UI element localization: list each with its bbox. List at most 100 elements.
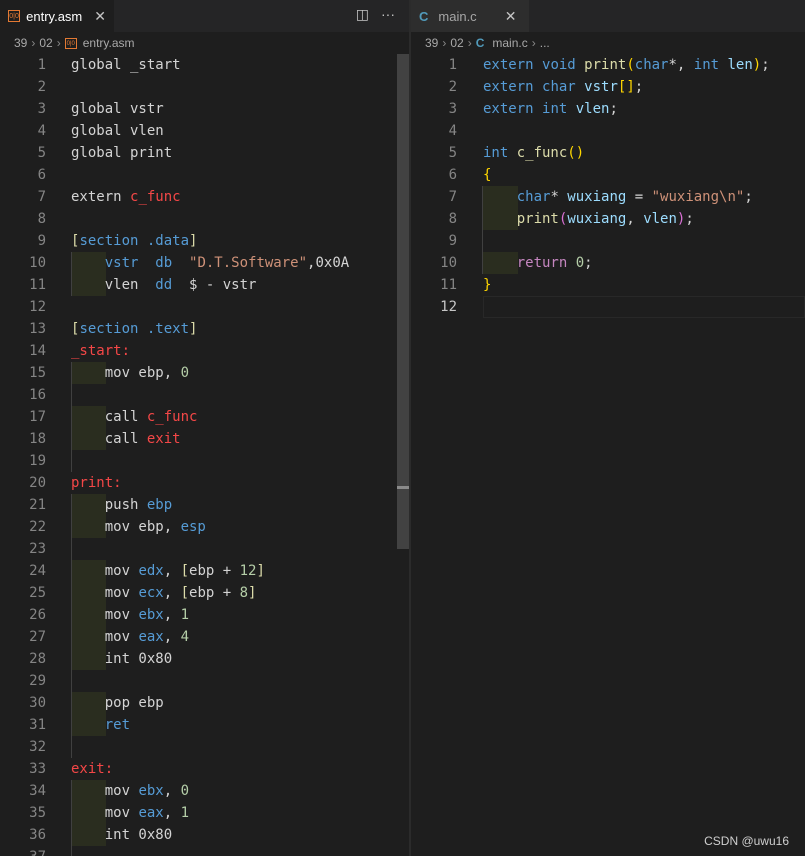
code-token: ()	[567, 145, 585, 161]
code-token: vlen	[643, 211, 677, 227]
code-token: char	[542, 79, 585, 95]
code-token: ]	[256, 563, 265, 579]
code-line[interactable]: 4 global vlen	[0, 120, 409, 142]
code-line[interactable]: 3 global vstr	[0, 98, 409, 120]
code-line[interactable]: 15 mov ebp, 0	[0, 362, 409, 384]
breadcrumb-folder-02[interactable]: 02	[39, 36, 52, 50]
code-line[interactable]: 16	[0, 384, 409, 406]
code-line[interactable]: 8 print(wuxiang, vlen);	[411, 208, 805, 230]
code-line[interactable]: 9	[411, 230, 805, 252]
tab-label: entry.asm	[26, 8, 83, 24]
code-line[interactable]: 22 mov ebp, esp	[0, 516, 409, 538]
code-line[interactable]: 5 int c_func()	[411, 142, 805, 164]
code-line[interactable]: 11 vlen dd $ - vstr	[0, 274, 409, 296]
code-token: vlen	[71, 277, 156, 293]
breadcrumb-symbols[interactable]: ...	[540, 36, 550, 50]
code-line[interactable]: 1 extern void print(char*, int len);	[411, 54, 805, 76]
code-line[interactable]: 31 ret	[0, 714, 409, 736]
code-token: ebx	[138, 783, 164, 799]
breadcrumb: 39 › 02 › 0|0 entry.asm	[0, 32, 409, 54]
code-line[interactable]: 29	[0, 670, 409, 692]
code-line[interactable]: 7 char* wuxiang = "wuxiang\n";	[411, 186, 805, 208]
code-line[interactable]: 24 mov edx, [ebp + 12]	[0, 560, 409, 582]
close-icon[interactable]: ✕	[505, 8, 517, 25]
code-line[interactable]: 32	[0, 736, 409, 758]
code-line[interactable]: 11}	[411, 274, 805, 296]
split-editor-icon[interactable]: ◫	[356, 6, 369, 23]
code-token: ,	[163, 629, 181, 645]
code-line[interactable]: 14 _start:	[0, 340, 409, 362]
code-line[interactable]: 33 exit:	[0, 758, 409, 780]
breadcrumb-folder-02[interactable]: 02	[450, 36, 463, 50]
code-line[interactable]: 30 pop ebp	[0, 692, 409, 714]
code-token: ,	[163, 805, 181, 821]
code-line[interactable]: 34 mov ebx, 0	[0, 780, 409, 802]
code-line[interactable]: 21 push ebp	[0, 494, 409, 516]
code-line[interactable]: 36 int 0x80	[0, 824, 409, 846]
code-line[interactable]: 35 mov eax, 1	[0, 802, 409, 824]
code-token: push	[71, 497, 147, 513]
code-line[interactable]: 17 call c_func	[0, 406, 409, 428]
code-line[interactable]: 4	[411, 120, 805, 142]
code-text: [section .data]	[71, 230, 197, 252]
code-line[interactable]: 12	[0, 296, 409, 318]
code-text: global vlen	[71, 120, 164, 142]
code-line[interactable]: 2 extern char vstr[];	[411, 76, 805, 98]
code-token: "wuxiang\n"	[651, 189, 745, 205]
code-token: esp	[180, 519, 206, 535]
code-text: mov ecx, [ebp + 8]	[71, 582, 257, 604]
code-token: len	[727, 57, 753, 73]
close-icon[interactable]: ✕	[94, 8, 106, 25]
code-token: edx	[138, 563, 164, 579]
code-line[interactable]: 8	[0, 208, 409, 230]
code-line[interactable]: 12	[411, 296, 805, 318]
code-line[interactable]: 37	[0, 846, 409, 856]
code-line[interactable]: 7 extern c_func	[0, 186, 409, 208]
code-line[interactable]: 23	[0, 538, 409, 560]
line-number: 14	[29, 343, 46, 359]
code-token: print:	[71, 475, 122, 491]
code-token: _start:	[71, 343, 131, 359]
code-line[interactable]: 19	[0, 450, 409, 472]
code-line[interactable]: 10 return 0;	[411, 252, 805, 274]
code-token: ebp +	[189, 585, 240, 601]
code-line[interactable]: 27 mov eax, 4	[0, 626, 409, 648]
code-line[interactable]: 2	[0, 76, 409, 98]
line-number: 6	[448, 167, 457, 183]
code-editor-left[interactable]: 1 global _start 2 3 global vstr 4 global vlen 5…	[0, 54, 409, 856]
code-line[interactable]: 26 mov ebx, 1	[0, 604, 409, 626]
breadcrumb-folder-39[interactable]: 39	[14, 36, 27, 50]
code-line[interactable]: 9 [section .data]	[0, 230, 409, 252]
code-line[interactable]: 28 int 0x80	[0, 648, 409, 670]
editor-pane-right: C main.c ✕ 39 › 02 › C main.c › ... 1 ext…	[411, 0, 805, 856]
code-line[interactable]: 1 global _start	[0, 54, 409, 76]
code-line[interactable]: 6{	[411, 164, 805, 186]
chevron-right-icon: ›	[56, 36, 61, 50]
breadcrumb-file[interactable]: entry.asm	[83, 36, 135, 50]
code-token: mov ebp,	[71, 519, 181, 535]
code-token: c_func	[516, 145, 568, 161]
code-token: mov	[71, 783, 139, 799]
code-token: exit:	[71, 761, 114, 777]
scrollbar-thumb[interactable]	[397, 54, 409, 549]
code-line[interactable]: 18 call exit	[0, 428, 409, 450]
code-token: (	[626, 57, 635, 73]
code-line[interactable]: 13 [section .text]	[0, 318, 409, 340]
code-line[interactable]: 10 vstr db "D.T.Software",0x0A	[0, 252, 409, 274]
breadcrumb-file[interactable]: main.c	[492, 36, 527, 50]
more-actions-icon[interactable]: ···	[381, 6, 395, 23]
breadcrumb-folder-39[interactable]: 39	[425, 36, 438, 50]
code-token: extern	[483, 79, 543, 95]
code-line[interactable]: 3 extern int vlen;	[411, 98, 805, 120]
line-number: 5	[448, 145, 457, 161]
code-line[interactable]: 6	[0, 164, 409, 186]
tab-main-c[interactable]: C main.c ✕	[411, 0, 529, 32]
tab-entry-asm[interactable]: 0|0 entry.asm ✕	[0, 0, 114, 32]
code-line[interactable]: 5 global print	[0, 142, 409, 164]
code-line[interactable]: 20 print:	[0, 472, 409, 494]
code-token: 1	[180, 805, 190, 821]
code-token: int 0x80	[71, 651, 173, 667]
code-line[interactable]: 25 mov ecx, [ebp + 8]	[0, 582, 409, 604]
code-editor-right[interactable]: 1 extern void print(char*, int len); 2 exte…	[411, 54, 805, 856]
